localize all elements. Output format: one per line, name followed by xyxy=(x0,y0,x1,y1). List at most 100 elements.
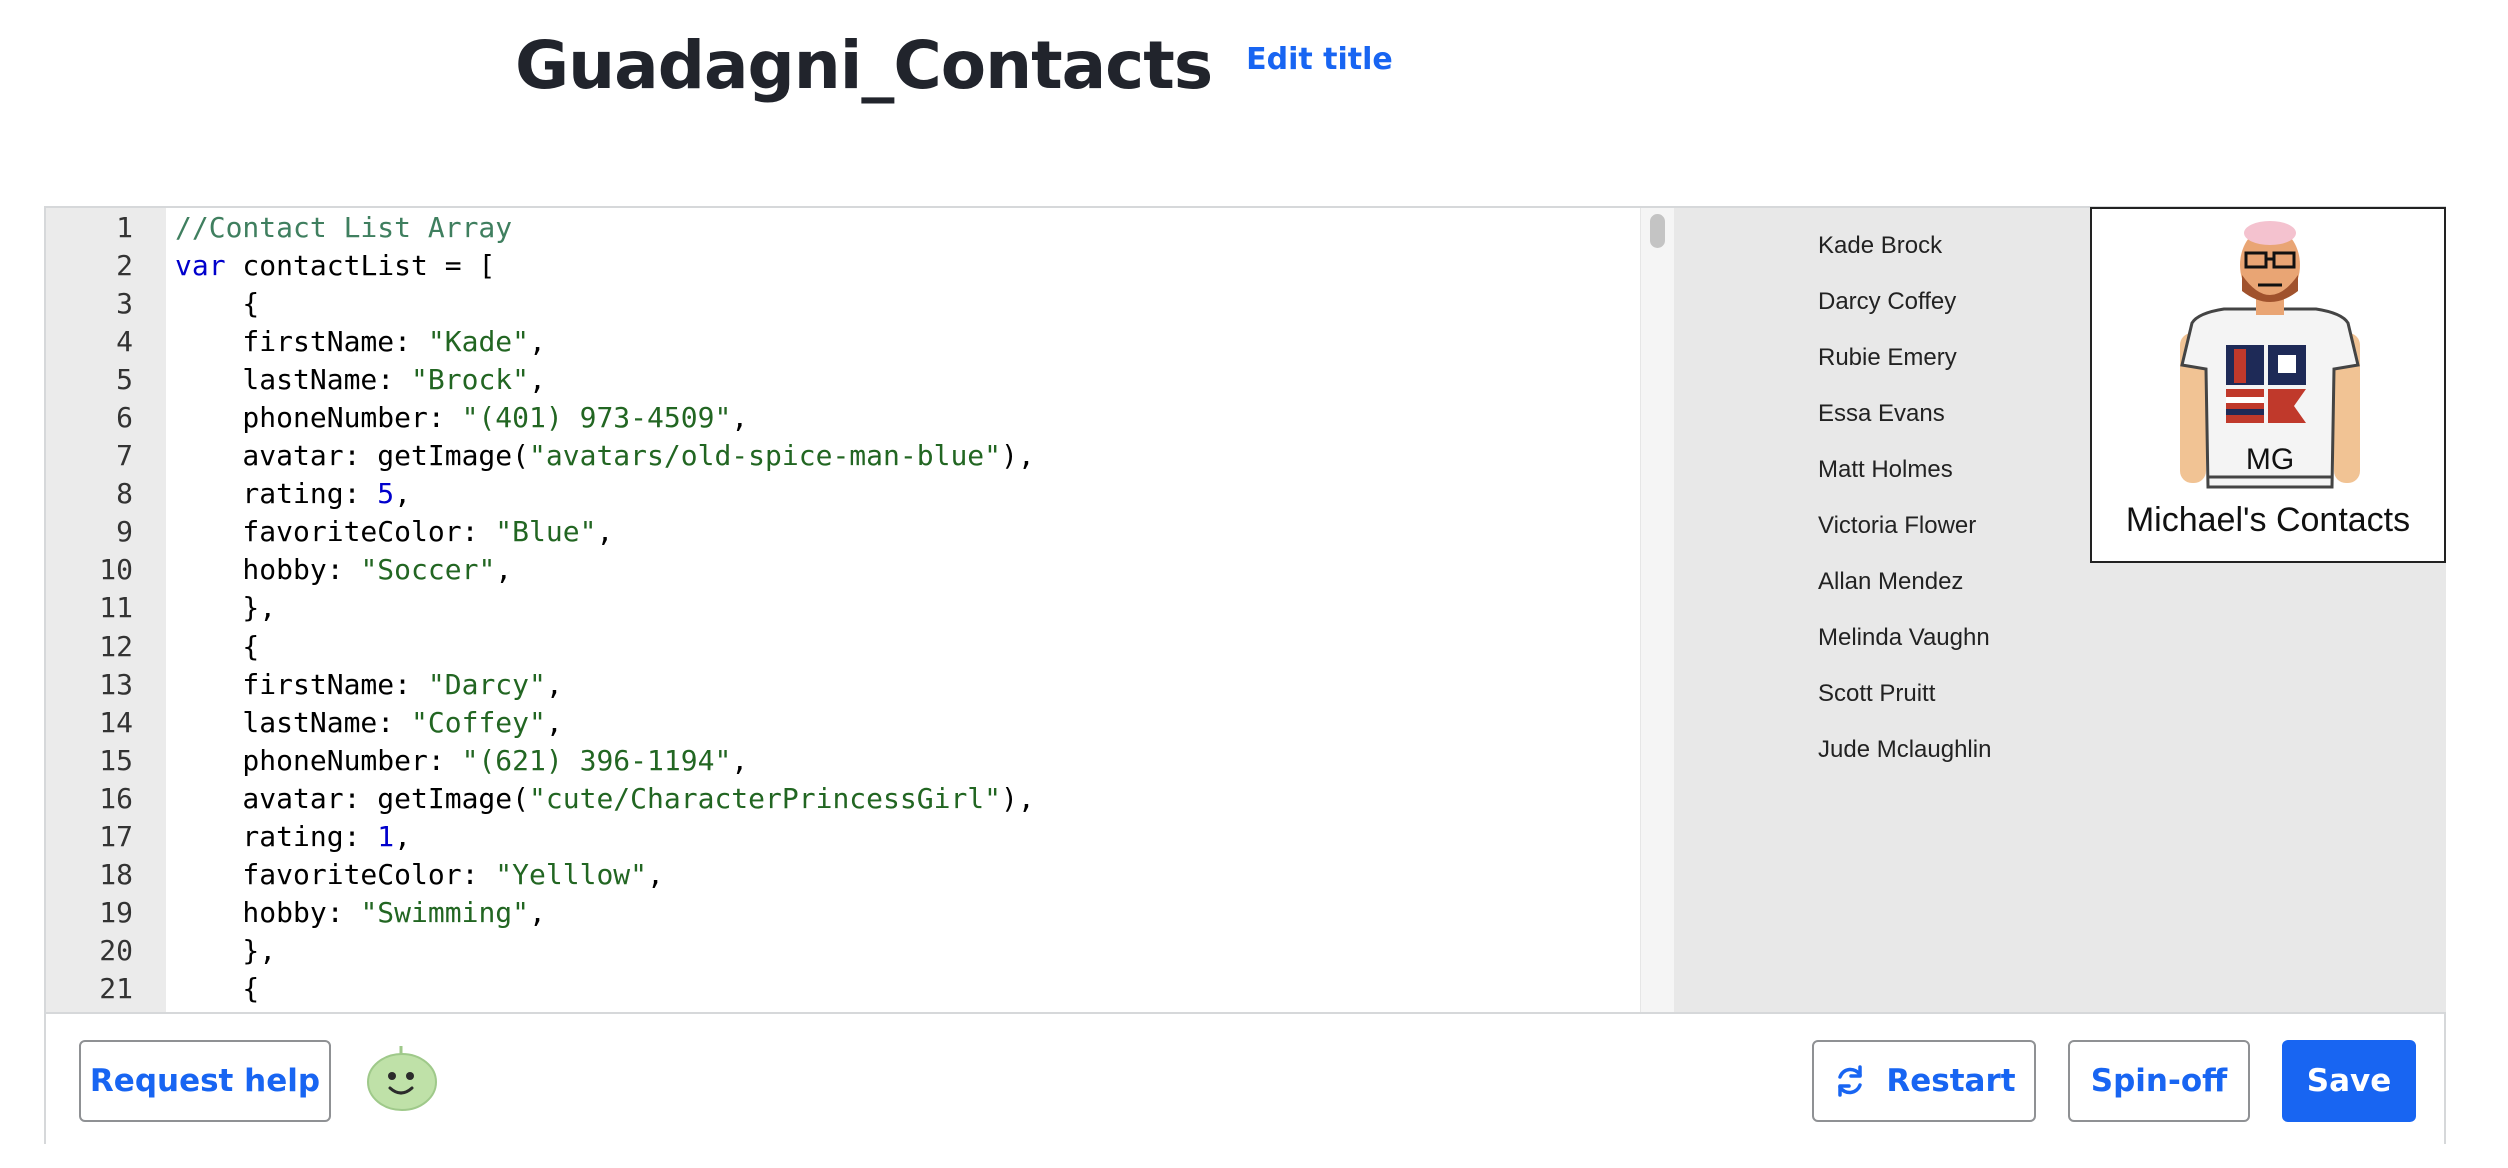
code-token: , xyxy=(731,401,749,435)
line-number: 21 xyxy=(99,972,133,1006)
code-token: { xyxy=(175,629,260,663)
code-token: }, xyxy=(175,591,277,625)
contact-name: Matt Holmes xyxy=(1818,456,1953,483)
code-text: hobby: "Soccer", xyxy=(166,553,512,586)
code-token: ), xyxy=(1001,781,1035,815)
code-line: 2 var contactList = [ xyxy=(46,246,1640,284)
code-text: }, xyxy=(166,934,276,967)
avatar-icon: MG xyxy=(2180,221,2360,489)
code-line: 8 rating: 5, xyxy=(46,475,1640,513)
code-token: "(401) 973-4509" xyxy=(461,401,732,435)
code-line: 10 hobby: "Soccer", xyxy=(46,551,1640,589)
scrollbar-thumb[interactable] xyxy=(1650,214,1665,248)
line-number: 4 xyxy=(116,324,133,358)
code-line: 15 phoneNumber: "(621) 396-1194", xyxy=(46,741,1640,779)
page-title: Guadagni_Contacts xyxy=(515,26,1213,104)
code-token: phoneNumber: xyxy=(175,743,462,777)
code-text: avatar: getImage("avatars/old-spice-man-… xyxy=(166,439,1035,473)
code-token: rating: xyxy=(175,477,378,511)
line-number: 1 xyxy=(116,210,133,244)
code-line: 14 lastName: "Coffey", xyxy=(46,703,1640,741)
code-token: "Yelllow" xyxy=(495,858,648,892)
request-help-button[interactable]: Request help xyxy=(79,1040,331,1122)
code-token: "Brock" xyxy=(411,362,530,396)
code-token: "Darcy" xyxy=(427,667,546,701)
code-token: , xyxy=(529,324,546,358)
code-token: }, xyxy=(175,934,277,968)
code-text: rating: 5, xyxy=(166,477,411,510)
contact-name: Kade Brock xyxy=(1818,232,1943,259)
contact-name: Rubie Emery xyxy=(1818,344,1957,371)
code-token: , xyxy=(495,553,513,587)
contact-name: Scott Pruitt xyxy=(1818,680,1936,707)
code-text: lastName: "Brock", xyxy=(166,362,546,396)
code-token: "cute/CharacterPrincessGirl" xyxy=(529,781,1002,815)
code-token: 5 xyxy=(377,477,395,511)
bottom-toolbar: Request help Restart Spin-off Save xyxy=(46,1012,2444,1144)
line-number: 9 xyxy=(116,515,133,549)
code-text: favoriteColor: "Yelllow", xyxy=(166,858,663,892)
line-number: 6 xyxy=(116,401,133,435)
code-token: , xyxy=(394,477,412,511)
code-line: 21 { xyxy=(46,970,1640,1008)
code-token: lastName: xyxy=(175,705,412,739)
code-line: 12 { xyxy=(46,627,1640,665)
restart-button[interactable]: Restart xyxy=(1812,1040,2036,1122)
code-line: 3 { xyxy=(46,284,1640,322)
program-workspace: 1 //Contact List Array 2 var contactList = … xyxy=(44,206,2446,1144)
code-token: , xyxy=(529,896,546,930)
code-line: 1 //Contact List Array xyxy=(46,208,1640,246)
line-number: 13 xyxy=(99,667,133,701)
contact-name: Victoria Flower xyxy=(1818,512,1977,539)
code-text: favoriteColor: "Blue", xyxy=(166,515,613,548)
code-token: var xyxy=(175,248,226,282)
code-token: 1 xyxy=(377,820,395,854)
editor-scrollbar[interactable] xyxy=(1640,208,1674,1012)
code-line: 16 avatar: getImage("cute/CharacterPrinc… xyxy=(46,779,1640,817)
contact-name: Allan Mendez xyxy=(1818,568,1964,595)
line-number: 16 xyxy=(99,781,133,815)
save-button[interactable]: Save xyxy=(2282,1040,2416,1122)
code-line: 11 }, xyxy=(46,589,1640,627)
edit-title-link[interactable]: Edit title xyxy=(1246,42,1393,77)
code-text: { xyxy=(166,630,259,663)
code-line: 5 lastName: "Brock", xyxy=(46,360,1640,398)
code-token: "Kade" xyxy=(427,324,530,358)
title-bar: Guadagni_Contacts Edit title xyxy=(515,20,1393,110)
code-token: //Contact List Array xyxy=(175,210,513,244)
contact-name: Melinda Vaughn xyxy=(1818,624,1990,651)
code-token: avatar: getImage( xyxy=(175,781,530,815)
line-number: 19 xyxy=(99,896,133,930)
line-number: 18 xyxy=(99,858,133,892)
line-number: 15 xyxy=(99,743,133,777)
code-line: 13 firstName: "Darcy", xyxy=(46,665,1640,703)
code-editor[interactable]: 1 //Contact List Array 2 var contactList = … xyxy=(46,208,1640,1012)
winston-blob-icon xyxy=(364,1042,440,1119)
restart-label: Restart xyxy=(1886,1063,2016,1099)
code-line: 7 avatar: getImage("avatars/old-spice-ma… xyxy=(46,437,1640,475)
code-text: hobby: "Swimming", xyxy=(166,896,546,930)
shirt-text: MG xyxy=(2246,443,2294,476)
code-text: avatar: getImage("cute/CharacterPrincess… xyxy=(166,781,1035,815)
card-caption: Michael's Contacts xyxy=(2125,501,2411,539)
code-text: phoneNumber: "(401) 973-4509", xyxy=(166,401,748,434)
code-token: lastName: xyxy=(175,362,412,396)
code-token: , xyxy=(529,362,546,396)
contact-name: Jude Mclaughlin xyxy=(1818,736,1992,763)
code-text: }, xyxy=(166,591,276,624)
code-token: contactList = [ xyxy=(225,248,496,282)
code-token: phoneNumber: xyxy=(175,401,462,435)
code-lines: 1 //Contact List Array 2 var contactList = … xyxy=(46,208,1640,1008)
code-line: 6 phoneNumber: "(401) 973-4509", xyxy=(46,398,1640,436)
code-token: { xyxy=(175,286,260,320)
code-line: 20 }, xyxy=(46,932,1640,970)
code-token: , xyxy=(596,515,614,549)
code-line: 9 favoriteColor: "Blue", xyxy=(46,513,1640,551)
code-text: firstName: "Darcy", xyxy=(166,667,562,701)
code-text: //Contact List Array xyxy=(166,211,512,244)
code-token: ), xyxy=(1001,439,1035,473)
spin-off-button[interactable]: Spin-off xyxy=(2068,1040,2250,1122)
code-text: firstName: "Kade", xyxy=(166,324,546,358)
code-token: "Swimming" xyxy=(360,896,530,930)
contact-name: Darcy Coffey xyxy=(1818,288,1957,315)
